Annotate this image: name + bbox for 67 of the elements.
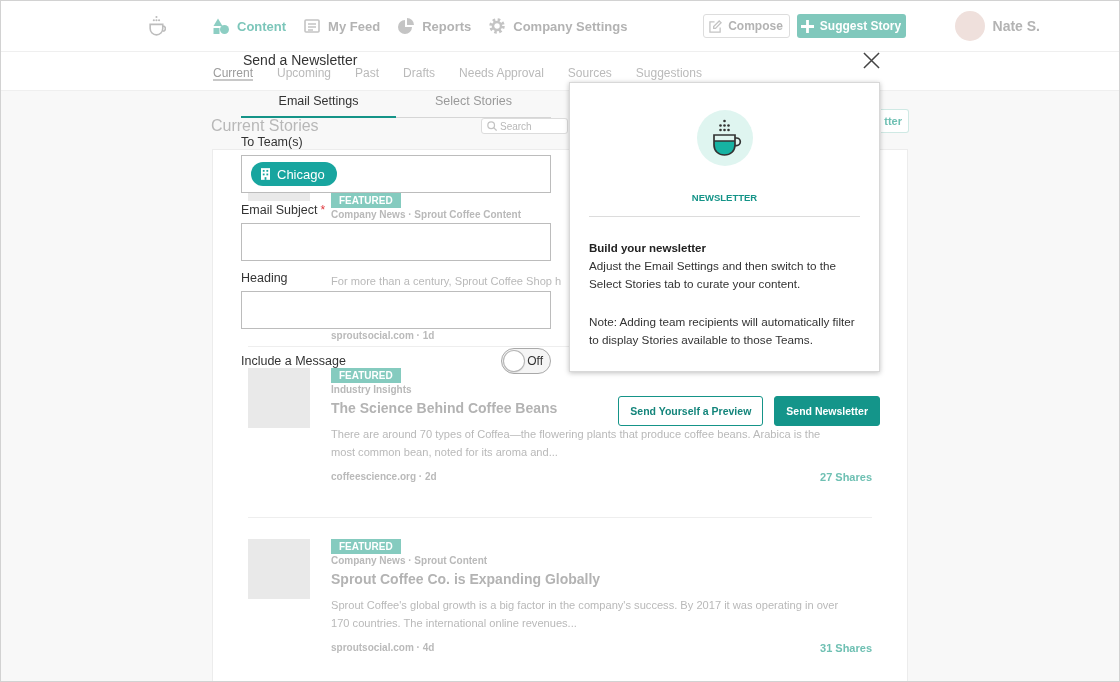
section-heading: Current Stories xyxy=(211,118,319,133)
tab[interactable]: Upcoming xyxy=(277,67,332,81)
field-label: To Team(s) xyxy=(241,134,303,150)
building-icon xyxy=(261,168,270,180)
nav-link[interactable]: Company Settings xyxy=(489,18,628,34)
tab[interactable]: Email Settings xyxy=(241,86,396,118)
input-field[interactable] xyxy=(241,291,551,329)
toggle-label: Include a Message xyxy=(241,354,346,368)
coffee-cup-icon xyxy=(696,110,753,166)
share-count: 27 Shares xyxy=(820,471,872,483)
share-count: 31 Shares xyxy=(820,642,872,654)
story-category: Company News · Sprout Coffee Content xyxy=(331,210,521,220)
field-label: Heading xyxy=(241,270,288,286)
tab[interactable]: Suggestions xyxy=(635,67,702,81)
card-heading: Build your newsletter xyxy=(589,241,707,256)
team-chip[interactable]: Chicago xyxy=(251,162,337,186)
story-category: Industry Insights xyxy=(331,385,412,395)
send-newsletter-button[interactable]: Send Newsletter xyxy=(774,396,880,426)
field-label: Email Subject xyxy=(241,202,318,218)
tab[interactable]: Sources xyxy=(567,67,612,81)
tab[interactable]: Drafts xyxy=(403,67,436,81)
featured-badge: FEATURED xyxy=(331,368,401,383)
tab[interactable]: Current xyxy=(213,67,253,81)
photo-placeholder xyxy=(248,193,310,201)
story-title[interactable]: The Science Behind Coffee Beans xyxy=(331,398,558,418)
toggle-switch[interactable]: Off xyxy=(501,348,551,374)
shapes-icon xyxy=(213,18,229,34)
plus-icon xyxy=(800,19,814,33)
team-input-field[interactable]: Chicago xyxy=(241,155,551,193)
nav-link[interactable]: My Feed xyxy=(304,18,381,34)
pie-chart-icon xyxy=(398,18,415,34)
user-name[interactable]: Nate S. xyxy=(992,18,1040,34)
story-description: For more than a century, Sprout Coffee Shop h xyxy=(331,274,562,289)
featured-badge: FEATURED xyxy=(331,193,401,208)
knob-icon xyxy=(504,351,524,371)
close-icon xyxy=(863,51,880,69)
cup-logo-icon[interactable] xyxy=(149,15,166,37)
story-source: sproutsocial.com · 4d xyxy=(331,642,435,654)
story-title[interactable]: Sprout Coffee Co. is Expanding Globally xyxy=(331,569,601,589)
card-title: NEWSLETTER xyxy=(691,191,758,205)
required-mark: * xyxy=(320,202,326,218)
story-description: Sprout Coffee's global growth is a big factor in the company's success. By 2017 it was operating in over 170 countries. The international online revenues... xyxy=(331,598,840,631)
suggest-story-button[interactable]: Suggest Story xyxy=(796,14,906,38)
send-preview-button[interactable]: Send Yourself a Preview xyxy=(618,396,764,426)
nav-link[interactable]: Reports xyxy=(398,18,472,34)
edit-icon xyxy=(709,19,723,33)
featured-badge: FEATURED xyxy=(331,539,401,554)
newspaper-icon xyxy=(304,18,321,34)
compose-button[interactable]: Compose xyxy=(702,14,790,38)
tab[interactable]: Past xyxy=(355,67,380,81)
story-category: Company News · Sprout Content xyxy=(331,556,488,566)
avatar-placeholder[interactable] xyxy=(954,11,985,41)
settings-icon xyxy=(489,18,506,34)
close-button[interactable] xyxy=(863,51,880,69)
search-field[interactable]: Search xyxy=(481,118,568,134)
card-paragraph: Note: Adding team recipients will automatically filter to display Stories available to those Teams. xyxy=(589,314,856,348)
story-description: There are around 70 types of Coffea—the flowering plants that produce coffee beans. Arabica is the most common bean, noted for its aroma and... xyxy=(331,427,822,460)
story-source: sproutsocial.com · 1d xyxy=(331,330,435,342)
search-icon xyxy=(487,121,497,131)
toolbar-button[interactable]: tter xyxy=(881,109,909,133)
tab[interactable]: Select Stories xyxy=(396,86,551,118)
tab[interactable]: Needs Approval xyxy=(459,67,544,81)
story-source: coffeescience.org · 2d xyxy=(331,471,437,483)
card-paragraph: Adjust the Email Settings and then switch to the Select Stories tab to curate your content. xyxy=(589,258,837,292)
input-field[interactable] xyxy=(241,223,551,261)
dialog-title: Send a Newsletter xyxy=(243,53,358,67)
nav-link[interactable]: Content xyxy=(213,18,287,34)
